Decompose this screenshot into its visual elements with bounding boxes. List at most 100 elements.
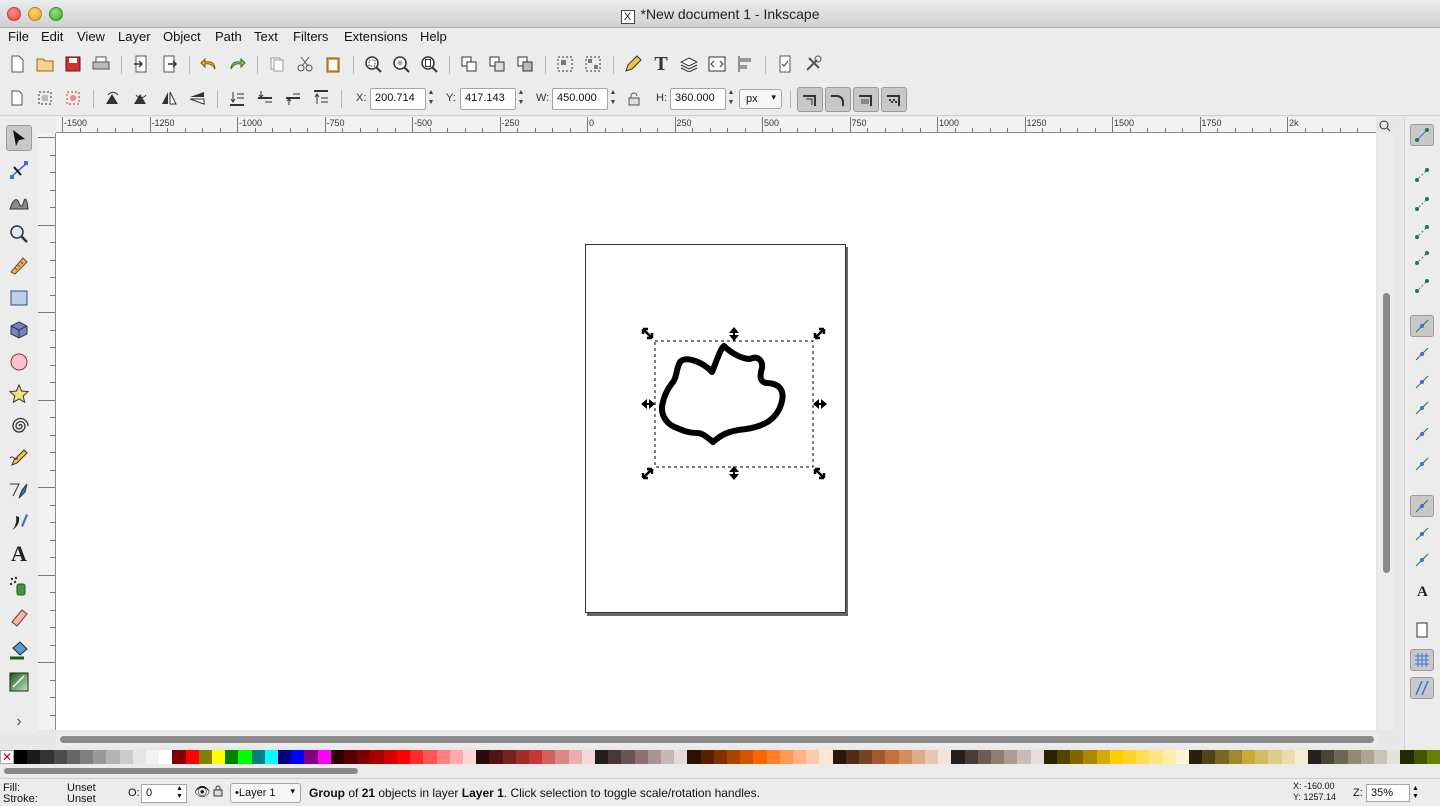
print-icon[interactable] — [90, 53, 112, 75]
color-swatch[interactable] — [396, 750, 411, 764]
snap-paths-icon[interactable] — [1410, 371, 1434, 393]
color-swatch[interactable] — [66, 750, 81, 764]
raise-to-top-icon[interactable] — [310, 87, 332, 109]
color-swatch[interactable] — [159, 750, 173, 764]
spray-tool-icon[interactable] — [6, 573, 32, 599]
zoom-page-icon[interactable] — [418, 53, 440, 75]
menu-filters[interactable]: Filters — [293, 29, 328, 44]
document-properties-icon[interactable] — [774, 53, 796, 75]
stroke-indicator[interactable]: Unset — [67, 793, 96, 805]
color-swatch[interactable] — [502, 750, 516, 764]
menu-object[interactable]: Object — [163, 29, 201, 44]
scale-radii-toggle[interactable] — [825, 87, 851, 112]
snap-page-border-icon[interactable] — [1410, 619, 1434, 641]
eye-icon[interactable]: 👁 — [194, 784, 211, 800]
color-swatch[interactable] — [687, 750, 701, 764]
color-swatch[interactable] — [845, 750, 859, 764]
xml-editor-pen-icon[interactable] — [622, 53, 644, 75]
color-swatch[interactable] — [1387, 750, 1401, 764]
snap-cusp-nodes-icon[interactable] — [1410, 343, 1434, 365]
color-swatch[interactable] — [1228, 750, 1242, 764]
snap-grid-icon[interactable] — [1410, 649, 1434, 671]
color-swatch[interactable] — [991, 750, 1005, 764]
color-swatch[interactable] — [251, 750, 265, 764]
color-swatch[interactable] — [1123, 750, 1137, 764]
color-swatch[interactable] — [1162, 750, 1176, 764]
color-swatch[interactable] — [634, 750, 648, 764]
color-swatch[interactable] — [212, 750, 226, 764]
color-swatch[interactable] — [792, 750, 807, 764]
color-swatch[interactable] — [925, 750, 939, 764]
x-input[interactable]: 200.714 — [370, 88, 426, 110]
zoom-stepper[interactable]: ▲ ▼ — [1412, 785, 1419, 801]
color-swatch[interactable] — [726, 750, 741, 764]
menu-file[interactable]: File — [8, 29, 29, 44]
zoom-drawing-icon[interactable] — [390, 53, 412, 75]
color-swatch[interactable] — [1241, 750, 1256, 764]
measure-tool-icon[interactable] — [6, 253, 32, 279]
layers-icon[interactable] — [678, 53, 700, 75]
color-swatch[interactable] — [859, 750, 873, 764]
color-swatch[interactable] — [1202, 750, 1216, 764]
menu-layer[interactable]: Layer — [118, 29, 151, 44]
xml-editor-icon[interactable] — [706, 53, 728, 75]
menu-text[interactable]: Text — [254, 29, 278, 44]
width-input[interactable]: 450.000 — [552, 88, 608, 110]
paint-bucket-tool-icon[interactable] — [6, 637, 32, 663]
color-swatch[interactable] — [581, 750, 595, 764]
color-swatch[interactable] — [1334, 750, 1348, 764]
color-swatch[interactable] — [806, 750, 820, 764]
color-swatch[interactable] — [1109, 750, 1124, 764]
color-swatch[interactable] — [1175, 750, 1190, 764]
color-swatch[interactable] — [304, 750, 318, 764]
color-swatch[interactable] — [1017, 750, 1031, 764]
open-document-icon[interactable] — [34, 53, 56, 75]
color-swatch[interactable] — [132, 750, 147, 764]
width-stepper[interactable]: ▲ ▼ — [608, 88, 618, 110]
color-swatch[interactable] — [330, 750, 345, 764]
3d-box-tool-icon[interactable] — [6, 317, 32, 343]
snap-bbox-edges-icon[interactable] — [1410, 193, 1434, 215]
color-swatch[interactable] — [317, 750, 331, 764]
color-swatch[interactable] — [1070, 750, 1084, 764]
selector-tool-icon[interactable] — [6, 125, 32, 151]
color-swatch[interactable] — [1255, 750, 1269, 764]
color-swatch[interactable] — [1347, 750, 1361, 764]
save-document-icon[interactable] — [62, 53, 84, 75]
color-swatch[interactable] — [555, 750, 569, 764]
unlink-clone-icon[interactable] — [514, 53, 536, 75]
color-swatch[interactable] — [344, 750, 358, 764]
no-paint-swatch[interactable]: ✕ — [0, 750, 14, 764]
color-swatch[interactable] — [1373, 750, 1388, 764]
color-swatch[interactable] — [938, 750, 952, 764]
color-swatch[interactable] — [476, 750, 490, 764]
pencil-tool-icon[interactable] — [6, 445, 32, 471]
undo-icon[interactable] — [198, 53, 220, 75]
color-swatch[interactable] — [370, 750, 384, 764]
menu-view[interactable]: View — [77, 29, 105, 44]
palette-scrollbar-thumb[interactable] — [4, 768, 358, 774]
color-swatch[interactable] — [951, 750, 965, 764]
color-swatch[interactable] — [515, 750, 529, 764]
transform-patterns-toggle[interactable] — [881, 87, 907, 112]
snap-toggle-icon[interactable] — [1410, 124, 1434, 146]
duplicate-object-icon[interactable] — [458, 53, 480, 75]
paste-icon[interactable] — [322, 53, 344, 75]
color-swatch[interactable] — [119, 750, 133, 764]
rotate-ccw-icon[interactable] — [102, 87, 124, 109]
y-input[interactable]: 417.143 — [460, 88, 516, 110]
color-swatch[interactable] — [766, 750, 780, 764]
color-swatch[interactable] — [264, 750, 279, 764]
color-swatch[interactable] — [1136, 750, 1150, 764]
y-stepper[interactable]: ▲ ▼ — [516, 88, 526, 110]
rectangle-tool-icon[interactable] — [6, 285, 32, 311]
color-swatch[interactable] — [832, 750, 846, 764]
color-swatch[interactable] — [1215, 750, 1229, 764]
color-swatch[interactable] — [1043, 750, 1058, 764]
color-swatch[interactable] — [423, 750, 437, 764]
unit-select[interactable]: px ▾ — [739, 89, 782, 109]
color-swatch[interactable] — [198, 750, 213, 764]
import-icon[interactable] — [130, 53, 152, 75]
color-swatch[interactable] — [462, 750, 477, 764]
toolbox-more-button[interactable]: › — [6, 709, 32, 735]
